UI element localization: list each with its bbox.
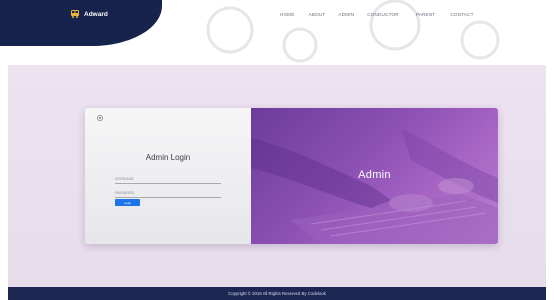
- main-section: Admin Login Login Admin: [8, 65, 546, 287]
- nav-item-about[interactable]: ABOUT: [309, 12, 326, 17]
- bus-icon: [71, 10, 79, 18]
- login-button[interactable]: Login: [115, 199, 140, 206]
- nav-item-contact[interactable]: CONTACT: [450, 12, 473, 17]
- nav-item-conductor[interactable]: CONDUCTOR: [367, 12, 399, 17]
- header-background-decoration: [206, 0, 500, 63]
- hero-image-panel: Admin: [251, 108, 498, 244]
- copyright-text: Copyright © 2019 All Rights Reserved By …: [228, 291, 326, 296]
- username-field[interactable]: [115, 175, 221, 184]
- nav-item-admin[interactable]: ADMIN: [338, 12, 354, 17]
- nav-item-home[interactable]: HOME: [280, 12, 295, 17]
- site-header: Adward HOME ABOUT ADMIN CONDUCTOR PARENT…: [0, 0, 554, 65]
- hero-title: Admin: [358, 169, 391, 181]
- password-field[interactable]: [115, 189, 221, 198]
- login-card: Admin Login Login Admin: [85, 108, 498, 244]
- settings-icon[interactable]: [96, 114, 104, 122]
- main-nav: HOME ABOUT ADMIN CONDUCTOR PARENT CONTAC…: [280, 12, 474, 17]
- brand-logo[interactable]: Adward: [70, 9, 108, 19]
- site-footer: Copyright © 2019 All Rights Reserved By …: [8, 287, 546, 300]
- nav-item-parent[interactable]: PARENT: [416, 12, 436, 17]
- login-panel: Admin Login Login: [85, 108, 251, 244]
- logo-background: [0, 0, 162, 46]
- brand-name: Adward: [84, 10, 108, 18]
- login-title: Admin Login: [145, 153, 191, 162]
